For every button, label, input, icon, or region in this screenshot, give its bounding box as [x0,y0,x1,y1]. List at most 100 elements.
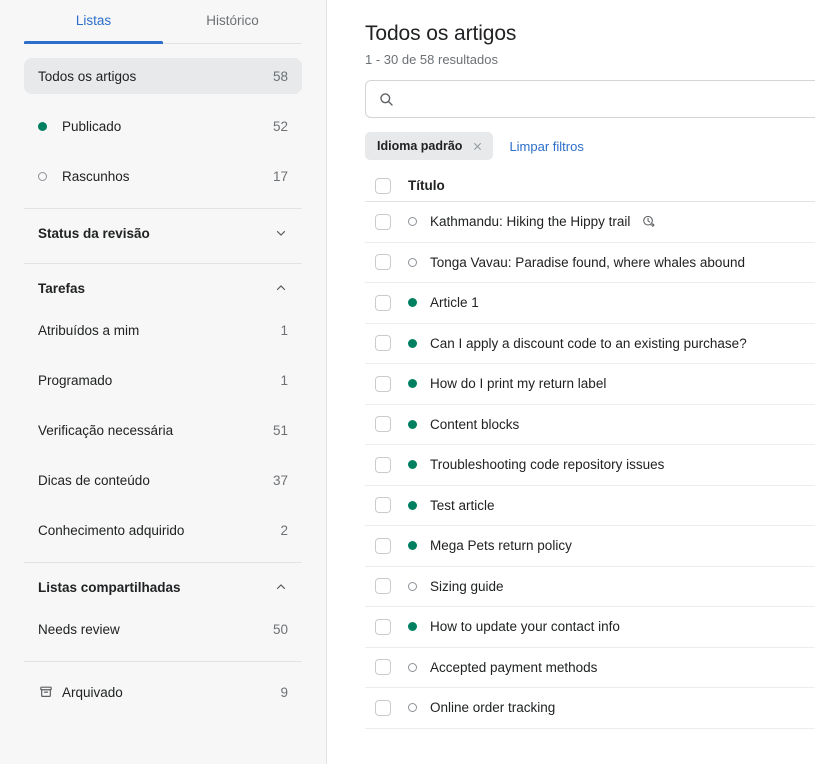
sidebar-item-label: Atribuídos a mim [38,322,140,338]
sidebar-section-listas-compartilhadas[interactable]: Listas compartilhadas [24,563,302,611]
sidebar-item-count: 1 [280,322,288,338]
main-content: Todos os artigos 1 - 30 de 58 resultados… [327,0,815,764]
articles-table: Título Kathmandu: Hiking the Hippy trail… [365,170,815,729]
tab-historico[interactable]: Histórico [163,0,302,44]
row-checkbox[interactable] [375,375,391,392]
table-row[interactable]: Can I apply a discount code to an existi… [365,324,815,364]
status-dot-draft-icon [408,703,424,713]
row-checkbox[interactable] [375,659,391,676]
table-row[interactable]: Content blocks [365,405,815,445]
table-row[interactable]: Mega Pets return policy [365,526,815,567]
filter-chip-label: Idioma padrão [377,139,463,153]
sidebar-item-publicado[interactable]: Publicado 52 [24,108,302,144]
tab-historico-label: Histórico [206,12,259,28]
tab-listas[interactable]: Listas [24,0,163,44]
row-checkbox[interactable] [375,497,391,514]
sidebar-item-rascunhos[interactable]: Rascunhos 17 [24,158,302,194]
status-dot-draft-icon [408,662,424,672]
sidebar-item-count: 37 [272,472,288,488]
row-checkbox[interactable] [375,416,391,433]
sidebar-item-needs-review[interactable]: Needs review 50 [24,611,302,647]
row-checkbox[interactable] [375,537,391,554]
status-dot-published-icon [408,379,424,389]
sidebar-section-status-da-revisao[interactable]: Status da revisão [24,209,302,257]
sidebar-item-count: 1 [280,372,288,388]
search-box[interactable] [365,80,815,118]
row-checkbox[interactable] [375,254,391,271]
row-title: Accepted payment methods [430,659,598,675]
sidebar-item-todos-os-artigos[interactable]: Todos os artigos 58 [24,58,302,94]
sidebar-section-tarefas[interactable]: Tarefas [24,264,302,312]
filter-row: Idioma padrão Limpar filtros [365,132,815,160]
sidebar-item-arquivado[interactable]: Arquivado 9 [24,674,302,710]
row-checkbox[interactable] [375,213,391,230]
row-title: Troubleshooting code repository issues [430,457,665,473]
row-title: Tonga Vavau: Paradise found, where whale… [430,254,745,270]
sidebar-item-label: Rascunhos [62,168,130,184]
sidebar-item-count: 17 [272,168,288,184]
table-row[interactable]: How to update your contact info [365,607,815,648]
status-dot-draft-icon [408,217,424,227]
sidebar-item-count: 58 [272,68,288,84]
table-row[interactable]: Kathmandu: Hiking the Hippy trail [365,202,815,243]
row-checkbox[interactable] [375,578,391,595]
sidebar-item-label: Dicas de conteúdo [38,472,150,488]
scheduled-clock-icon [643,215,655,227]
row-checkbox[interactable] [375,699,391,716]
sidebar-item-verificacao-necessaria[interactable]: Verificação necessária 51 [24,412,302,448]
row-title: Test article [430,497,495,513]
status-dot-draft-icon [38,171,56,181]
row-title: Online order tracking [430,700,556,716]
row-title: How do I print my return label [430,376,607,392]
sidebar-item-label: Conhecimento adquirido [38,522,185,538]
tab-listas-label: Listas [75,12,112,28]
table-row[interactable]: Sizing guide [365,567,815,607]
sidebar-item-label: Publicado [62,118,122,134]
clear-filters-link[interactable]: Limpar filtros [509,139,583,154]
sidebar-item-label: Arquivado [62,684,123,700]
sidebar-item-count: 52 [272,118,288,134]
row-checkbox[interactable] [375,618,391,635]
row-checkbox[interactable] [375,456,391,473]
sidebar-item-count: 2 [280,522,288,538]
sidebar-item-label: Verificação necessária [38,422,174,438]
search-icon [380,92,393,106]
column-header-titulo: Título [408,178,445,193]
sidebar: Listas Histórico Todos os artigos 58 Pub… [0,0,327,764]
select-all-checkbox[interactable] [375,177,391,194]
sidebar-section-label: Tarefas [38,280,86,296]
status-dot-published-icon [408,500,424,510]
chevron-up-icon [276,584,286,589]
sidebar-item-atribuidos-a-mim[interactable]: Atribuídos a mim 1 [24,312,302,348]
close-icon[interactable] [471,140,484,153]
chevron-down-icon [276,231,286,236]
search-input[interactable] [403,90,815,108]
sidebar-item-label: Needs review [38,621,120,637]
status-dot-published-icon [408,338,424,348]
table-row[interactable]: Troubleshooting code repository issues [365,445,815,486]
chevron-up-icon [276,285,286,290]
sidebar-section-label: Listas compartilhadas [38,579,181,595]
sidebar-item-conhecimento-adquirido[interactable]: Conhecimento adquirido 2 [24,512,302,548]
row-title: Content blocks [430,416,520,432]
row-title: How to update your contact info [430,619,620,635]
table-row[interactable]: Online order tracking [365,688,815,729]
row-title: Article 1 [430,295,479,311]
sidebar-item-count: 50 [272,621,288,637]
status-dot-published-icon [408,541,424,551]
sidebar-item-count: 9 [280,684,288,700]
sidebar-item-dicas-de-conteudo[interactable]: Dicas de conteúdo 37 [24,462,302,498]
sidebar-item-label: Todos os artigos [38,68,137,84]
filter-chip-idioma-padrao[interactable]: Idioma padrão [365,132,494,160]
table-row[interactable]: How do I print my return label [365,364,815,405]
row-checkbox[interactable] [375,294,391,311]
table-row[interactable]: Article 1 [365,283,815,324]
table-row[interactable]: Accepted payment methods [365,648,815,688]
status-dot-published-icon [38,121,56,131]
row-checkbox[interactable] [375,335,391,352]
sidebar-item-label: Programado [38,372,113,388]
status-dot-draft-icon [408,257,424,267]
table-row[interactable]: Tonga Vavau: Paradise found, where whale… [365,243,815,283]
sidebar-item-programado[interactable]: Programado 1 [24,362,302,398]
table-row[interactable]: Test article [365,486,815,526]
